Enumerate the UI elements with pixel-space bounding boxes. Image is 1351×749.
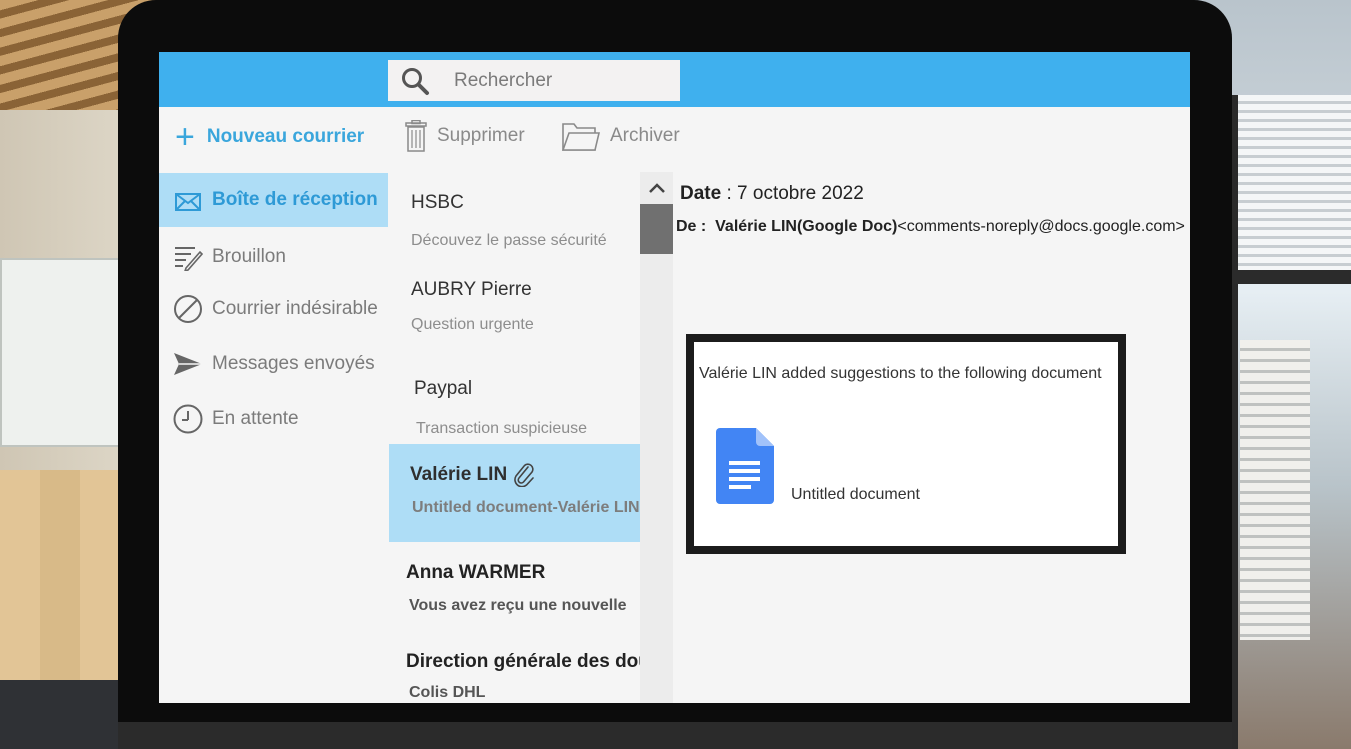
sidebar-item-pending[interactable]: En attente [159, 392, 388, 446]
email-body-card: Valérie LIN added suggestions to the fol… [686, 334, 1126, 554]
list-item-selected[interactable]: Valérie LIN Untitled document-Valérie LI… [389, 444, 640, 542]
message-subject: Question urgente [411, 316, 534, 333]
window-blinds [1238, 95, 1351, 280]
message-subject: Transaction suspicieuse [416, 420, 588, 437]
sidebar-item-label: Courrier indésirable [212, 298, 378, 319]
inbox-icon [173, 185, 203, 215]
attachment-icon [514, 463, 534, 487]
window-mullion [1232, 270, 1351, 284]
message-sender: HSBC [411, 192, 464, 213]
from-line: De : Valérie LIN(Google Doc)<comments-no… [676, 218, 1185, 236]
message-subject: Vous avez reçu une nouvelle [409, 597, 627, 614]
date-value: 7 octobre 2022 [737, 183, 864, 204]
sidebar-item-label: Boîte de réception [212, 189, 378, 210]
sidebar: + Nouveau courrier Boîte de réception Br… [159, 107, 388, 703]
message-sender: Valérie LIN [410, 464, 508, 485]
search-box[interactable] [388, 60, 680, 101]
from-email[interactable]: <comments-noreply@docs.google.com> [897, 218, 1185, 235]
trash-icon [405, 120, 427, 152]
reading-pane: Date : 7 octobre 2022 De : Valérie LIN(G… [673, 172, 1190, 703]
list-item[interactable]: Direction générale des douanes Colis DHL [388, 628, 640, 703]
clock-icon [173, 404, 203, 434]
date-separator: : [721, 183, 738, 204]
new-mail-button[interactable]: + Nouveau courrier [175, 118, 365, 156]
list-item[interactable]: AUBRY Pierre Question urgente [388, 258, 640, 348]
message-subject: Untitled document-Valérie LIN [412, 499, 640, 516]
sidebar-item-label: Brouillon [212, 246, 286, 267]
scrollbar-thumb[interactable] [640, 204, 673, 254]
chevron-up-icon[interactable] [647, 178, 667, 198]
list-item[interactable]: HSBC Découvez le passe sécurité [388, 172, 640, 258]
sidebar-item-drafts[interactable]: Brouillon [159, 230, 388, 284]
send-icon [173, 349, 203, 379]
search-icon[interactable] [400, 66, 430, 96]
message-sender: Paypal [414, 378, 473, 399]
google-docs-icon[interactable] [716, 428, 774, 504]
archive-button[interactable]: Archiver [562, 116, 680, 156]
date-line: Date : 7 octobre 2022 [680, 183, 864, 205]
list-item[interactable]: Paypal Transaction suspicieuse [388, 348, 640, 444]
laptop-base [118, 722, 1232, 749]
sidebar-item-sent[interactable]: Messages envoyés [159, 337, 388, 391]
folder-icon [562, 120, 600, 152]
city-tower [1240, 340, 1310, 640]
new-mail-label: Nouveau courrier [206, 126, 365, 147]
date-label: Date [680, 183, 722, 204]
sidebar-item-label: En attente [212, 408, 299, 429]
list-item[interactable]: Anna WARMER Vous avez reçu une nouvelle [388, 542, 640, 628]
sidebar-item-spam[interactable]: Courrier indésirable [159, 282, 388, 336]
list-scrollbar[interactable] [640, 172, 673, 703]
spam-icon [173, 294, 203, 324]
message-sender: Anna WARMER [406, 562, 546, 583]
message-subject: Découvez le passe sécurité [411, 232, 607, 249]
mail-app-screen: + Nouveau courrier Boîte de réception [159, 52, 1190, 703]
message-subject: Colis DHL [409, 684, 486, 701]
delete-label: Supprimer [437, 125, 525, 146]
plus-icon: + [175, 118, 195, 156]
message-sender: AUBRY Pierre [411, 279, 532, 300]
message-list: HSBC Découvez le passe sécurité AUBRY Pi… [388, 172, 640, 703]
delete-button[interactable]: Supprimer [405, 116, 525, 156]
sidebar-item-label: Messages envoyés [212, 353, 375, 374]
archive-label: Archiver [610, 125, 680, 146]
draft-icon [173, 242, 203, 272]
message-sender: Direction générale des douanes [406, 651, 640, 672]
document-link[interactable]: Untitled document [791, 486, 920, 504]
top-bar [159, 52, 1190, 107]
sidebar-item-inbox[interactable]: Boîte de réception [159, 173, 388, 227]
email-body-text: Valérie LIN added suggestions to the fol… [699, 365, 1102, 382]
search-input[interactable] [452, 68, 656, 93]
from-name: Valérie LIN(Google Doc) [715, 218, 898, 235]
from-label: De : [676, 218, 707, 235]
